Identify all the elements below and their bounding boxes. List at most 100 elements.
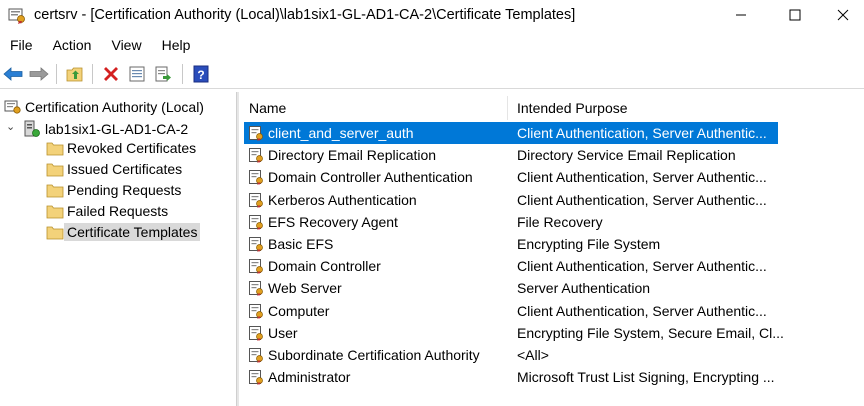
template-name: Subordinate Certification Authority: [268, 347, 480, 363]
template-intended-purpose: Microsoft Trust List Signing, Encrypting…: [517, 369, 775, 386]
certsrv-app-icon: [8, 8, 25, 24]
table-row[interactable]: Subordinate Certification Authority <All>: [244, 344, 778, 366]
template-intended-purpose: Client Authentication, Server Authentic.…: [517, 191, 767, 208]
certificate-template-icon: [248, 347, 264, 363]
template-name: Computer: [268, 302, 330, 319]
template-intended-purpose: Encrypting File System: [517, 236, 661, 252]
template-intended-purpose: Server Authentication: [517, 280, 651, 297]
properties-icon: [129, 66, 145, 82]
certificate-template-icon: [248, 169, 264, 186]
tree-item-label: Failed Requests: [67, 202, 169, 219]
tree-item-certificate-templates[interactable]: Certificate Templates: [46, 221, 201, 242]
tree-root-node[interactable]: Certification Authority (Local): [4, 96, 207, 117]
console-tree: Certification Authority (Local) ⌄ lab1si…: [0, 92, 234, 406]
menu-action[interactable]: Action: [43, 34, 102, 56]
template-intended-purpose: Encrypting File System, Secure Email, Cl…: [517, 324, 784, 341]
pane-splitter[interactable]: [236, 92, 239, 406]
template-intended-purpose: Directory Service Email Replication: [517, 147, 736, 164]
template-name: User: [268, 324, 298, 341]
certificate-template-icon: [248, 192, 264, 208]
certificate-template-icon: [248, 125, 264, 141]
certificate-template-icon: [248, 214, 264, 230]
folder-icon: [46, 163, 64, 176]
toolbar-separator: [92, 64, 93, 84]
up-level-button[interactable]: [64, 63, 86, 85]
tree-ca-node[interactable]: lab1six1-GL-AD1-CA-2: [22, 118, 191, 139]
certificate-template-icon: [248, 303, 264, 319]
table-row[interactable]: Kerberos Authentication Client Authentica…: [244, 189, 778, 211]
minimize-button[interactable]: [718, 0, 764, 30]
template-intended-purpose: Client Authentication, Server Authentic.…: [517, 169, 767, 186]
help-button[interactable]: ?: [190, 63, 212, 85]
menu-bar: File Action View Help: [0, 34, 200, 56]
close-button[interactable]: [820, 0, 864, 30]
template-name: Basic EFS: [268, 236, 334, 252]
folder-icon: [46, 226, 64, 239]
table-row[interactable]: User Encrypting File System, Secure Email…: [244, 322, 784, 344]
folder-icon: [46, 142, 64, 155]
export-list-icon: [155, 66, 171, 82]
expand-chevron-icon[interactable]: ⌄: [6, 120, 15, 133]
table-row[interactable]: Administrator Microsoft Trust List Signin…: [244, 366, 778, 388]
template-name: client_and_server_auth: [268, 125, 414, 141]
tree-item-label: Certificate Templates: [64, 222, 201, 241]
minimize-icon: [736, 14, 746, 16]
properties-button[interactable]: [126, 63, 148, 85]
certificate-template-icon: [248, 236, 264, 252]
template-name: Administrator: [268, 369, 351, 386]
template-list: Name Intended Purpose client_and_server_…: [240, 92, 864, 406]
toolbar-divider: [0, 88, 864, 89]
table-row[interactable]: client_and_server_auth Client Authenticat…: [244, 122, 778, 144]
tree-item-revoked-certificates[interactable]: Revoked Certificates: [46, 137, 199, 158]
toolbar-separator: [182, 64, 183, 84]
back-arrow-icon: [3, 67, 23, 81]
title-bar: certsrv - [Certification Authority (Loca…: [0, 0, 864, 32]
folder-icon: [46, 205, 64, 218]
table-row[interactable]: Domain Controller Client Authentication, …: [244, 255, 778, 277]
template-name: EFS Recovery Agent: [268, 213, 398, 230]
template-intended-purpose: <All>: [517, 347, 549, 363]
template-name: Domain Controller Authentication: [268, 169, 473, 186]
forward-button[interactable]: [28, 63, 50, 85]
tree-item-label: Issued Certificates: [67, 160, 183, 177]
ca-server-icon: [24, 120, 40, 137]
template-name: Kerberos Authentication: [268, 191, 417, 208]
delete-icon: [104, 67, 118, 81]
table-row[interactable]: EFS Recovery Agent File Recovery: [244, 211, 778, 233]
help-icon: ?: [193, 65, 209, 83]
delete-button[interactable]: [100, 63, 122, 85]
template-intended-purpose: Client Authentication, Server Authentic.…: [517, 258, 767, 275]
template-name: Domain Controller: [268, 258, 381, 275]
export-list-button[interactable]: [152, 63, 174, 85]
forward-arrow-icon: [29, 67, 49, 81]
tree-item-label: Pending Requests: [67, 181, 182, 198]
certificate-template-icon: [248, 369, 264, 386]
certificate-template-icon: [248, 258, 264, 275]
template-intended-purpose: Client Authentication, Server Authentic.…: [517, 125, 767, 141]
table-row[interactable]: Directory Email Replication Directory Ser…: [244, 144, 778, 166]
template-intended-purpose: Client Authentication, Server Authentic.…: [517, 302, 767, 319]
template-intended-purpose: File Recovery: [517, 213, 603, 230]
menu-view[interactable]: View: [101, 34, 151, 56]
certificate-template-icon: [248, 280, 264, 297]
maximize-button[interactable]: [772, 0, 818, 30]
table-row[interactable]: Web Server Server Authentication: [244, 277, 778, 299]
table-row[interactable]: Domain Controller Authentication Client A…: [244, 166, 778, 188]
certificate-template-icon: [248, 325, 264, 341]
template-name: Directory Email Replication: [268, 147, 437, 164]
menu-file[interactable]: File: [0, 34, 43, 56]
tree-item-pending-requests[interactable]: Pending Requests: [46, 179, 184, 200]
tree-root-label: Certification Authority (Local): [25, 98, 204, 115]
maximize-icon: [789, 9, 801, 21]
menu-help[interactable]: Help: [152, 34, 201, 56]
tree-item-issued-certificates[interactable]: Issued Certificates: [46, 158, 185, 179]
back-button[interactable]: [2, 63, 24, 85]
tree-item-failed-requests[interactable]: Failed Requests: [46, 200, 171, 221]
table-row[interactable]: Computer Client Authentication, Server Au…: [244, 300, 778, 322]
svg-text:?: ?: [197, 68, 204, 82]
column-header-intended-purpose[interactable]: Intended Purpose: [508, 96, 778, 120]
column-header-name[interactable]: Name: [240, 96, 508, 120]
tree-item-label: Revoked Certificates: [67, 139, 197, 156]
close-icon: [837, 9, 849, 21]
table-row[interactable]: Basic EFS Encrypting File System: [244, 233, 778, 255]
